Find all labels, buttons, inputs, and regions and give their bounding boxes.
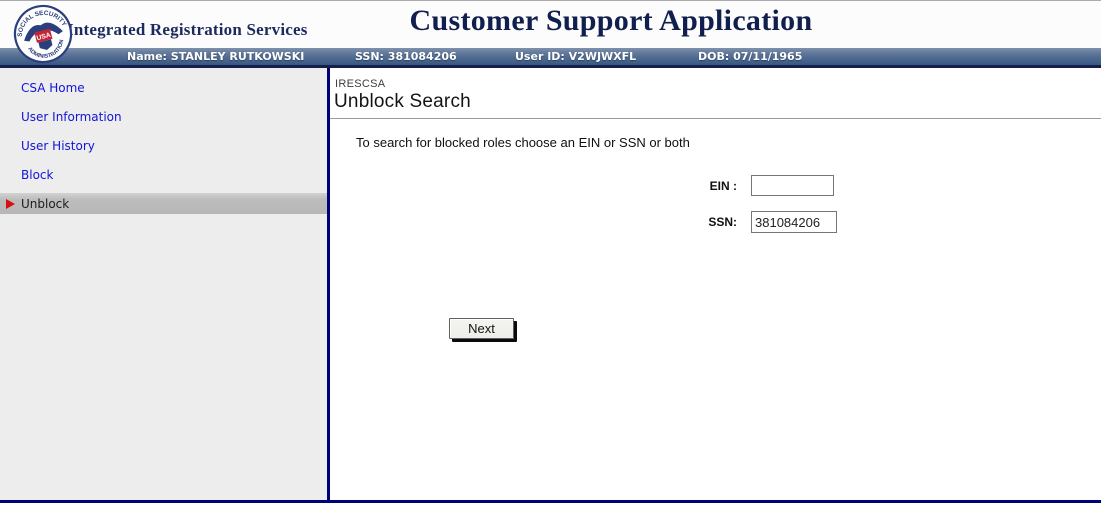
sidebar-item-label: Block bbox=[21, 167, 54, 182]
ssn-label: SSN: bbox=[708, 215, 737, 229]
next-button[interactable]: Next bbox=[449, 318, 514, 339]
title-divider bbox=[330, 118, 1101, 119]
user-info-bar: Name: STANLEY RUTKOWSKI SSN: 381084206 U… bbox=[0, 48, 1101, 68]
ein-label: EIN : bbox=[709, 179, 737, 193]
ein-input[interactable] bbox=[751, 175, 834, 196]
selected-arrow-icon bbox=[6, 198, 15, 209]
user-dob: DOB: 07/11/1965 bbox=[698, 50, 803, 63]
sidebar-item-label: Unblock bbox=[21, 196, 70, 211]
sidebar-item-block[interactable]: Block bbox=[0, 164, 327, 185]
sidebar-item-user-information[interactable]: User Information bbox=[0, 106, 327, 127]
main-content: IRESCSA Unblock Search To search for blo… bbox=[330, 68, 1101, 500]
sidebar-nav: CSA Home User Information User History B… bbox=[0, 68, 327, 500]
brand-title: Integrated Registration Services bbox=[67, 20, 308, 39]
breadcrumb: IRESCSA bbox=[335, 78, 386, 90]
user-ssn: SSN: 381084206 bbox=[355, 50, 457, 63]
sidebar-item-label: User Information bbox=[21, 109, 122, 124]
bottom-border bbox=[0, 500, 1101, 503]
search-instruction: To search for blocked roles choose an EI… bbox=[356, 135, 690, 150]
app-header: SOCIAL SECURITY ADMINISTRATION USA Integ… bbox=[0, 1, 1101, 64]
sidebar-item-csa-home[interactable]: CSA Home bbox=[0, 77, 327, 98]
user-name: Name: STANLEY RUTKOWSKI bbox=[127, 50, 305, 63]
sidebar-item-unblock[interactable]: Unblock bbox=[0, 193, 327, 214]
customer-support-application-window: SOCIAL SECURITY ADMINISTRATION USA Integ… bbox=[0, 0, 1101, 507]
sidebar-item-label: User History bbox=[21, 138, 95, 153]
sidebar-item-label: CSA Home bbox=[21, 80, 85, 95]
sidebar-item-user-history[interactable]: User History bbox=[0, 135, 327, 156]
page-title: Unblock Search bbox=[334, 91, 471, 112]
app-title: Customer Support Application bbox=[409, 4, 813, 37]
ssn-input[interactable] bbox=[751, 211, 837, 233]
user-id: User ID: V2WJWXFL bbox=[515, 50, 637, 63]
